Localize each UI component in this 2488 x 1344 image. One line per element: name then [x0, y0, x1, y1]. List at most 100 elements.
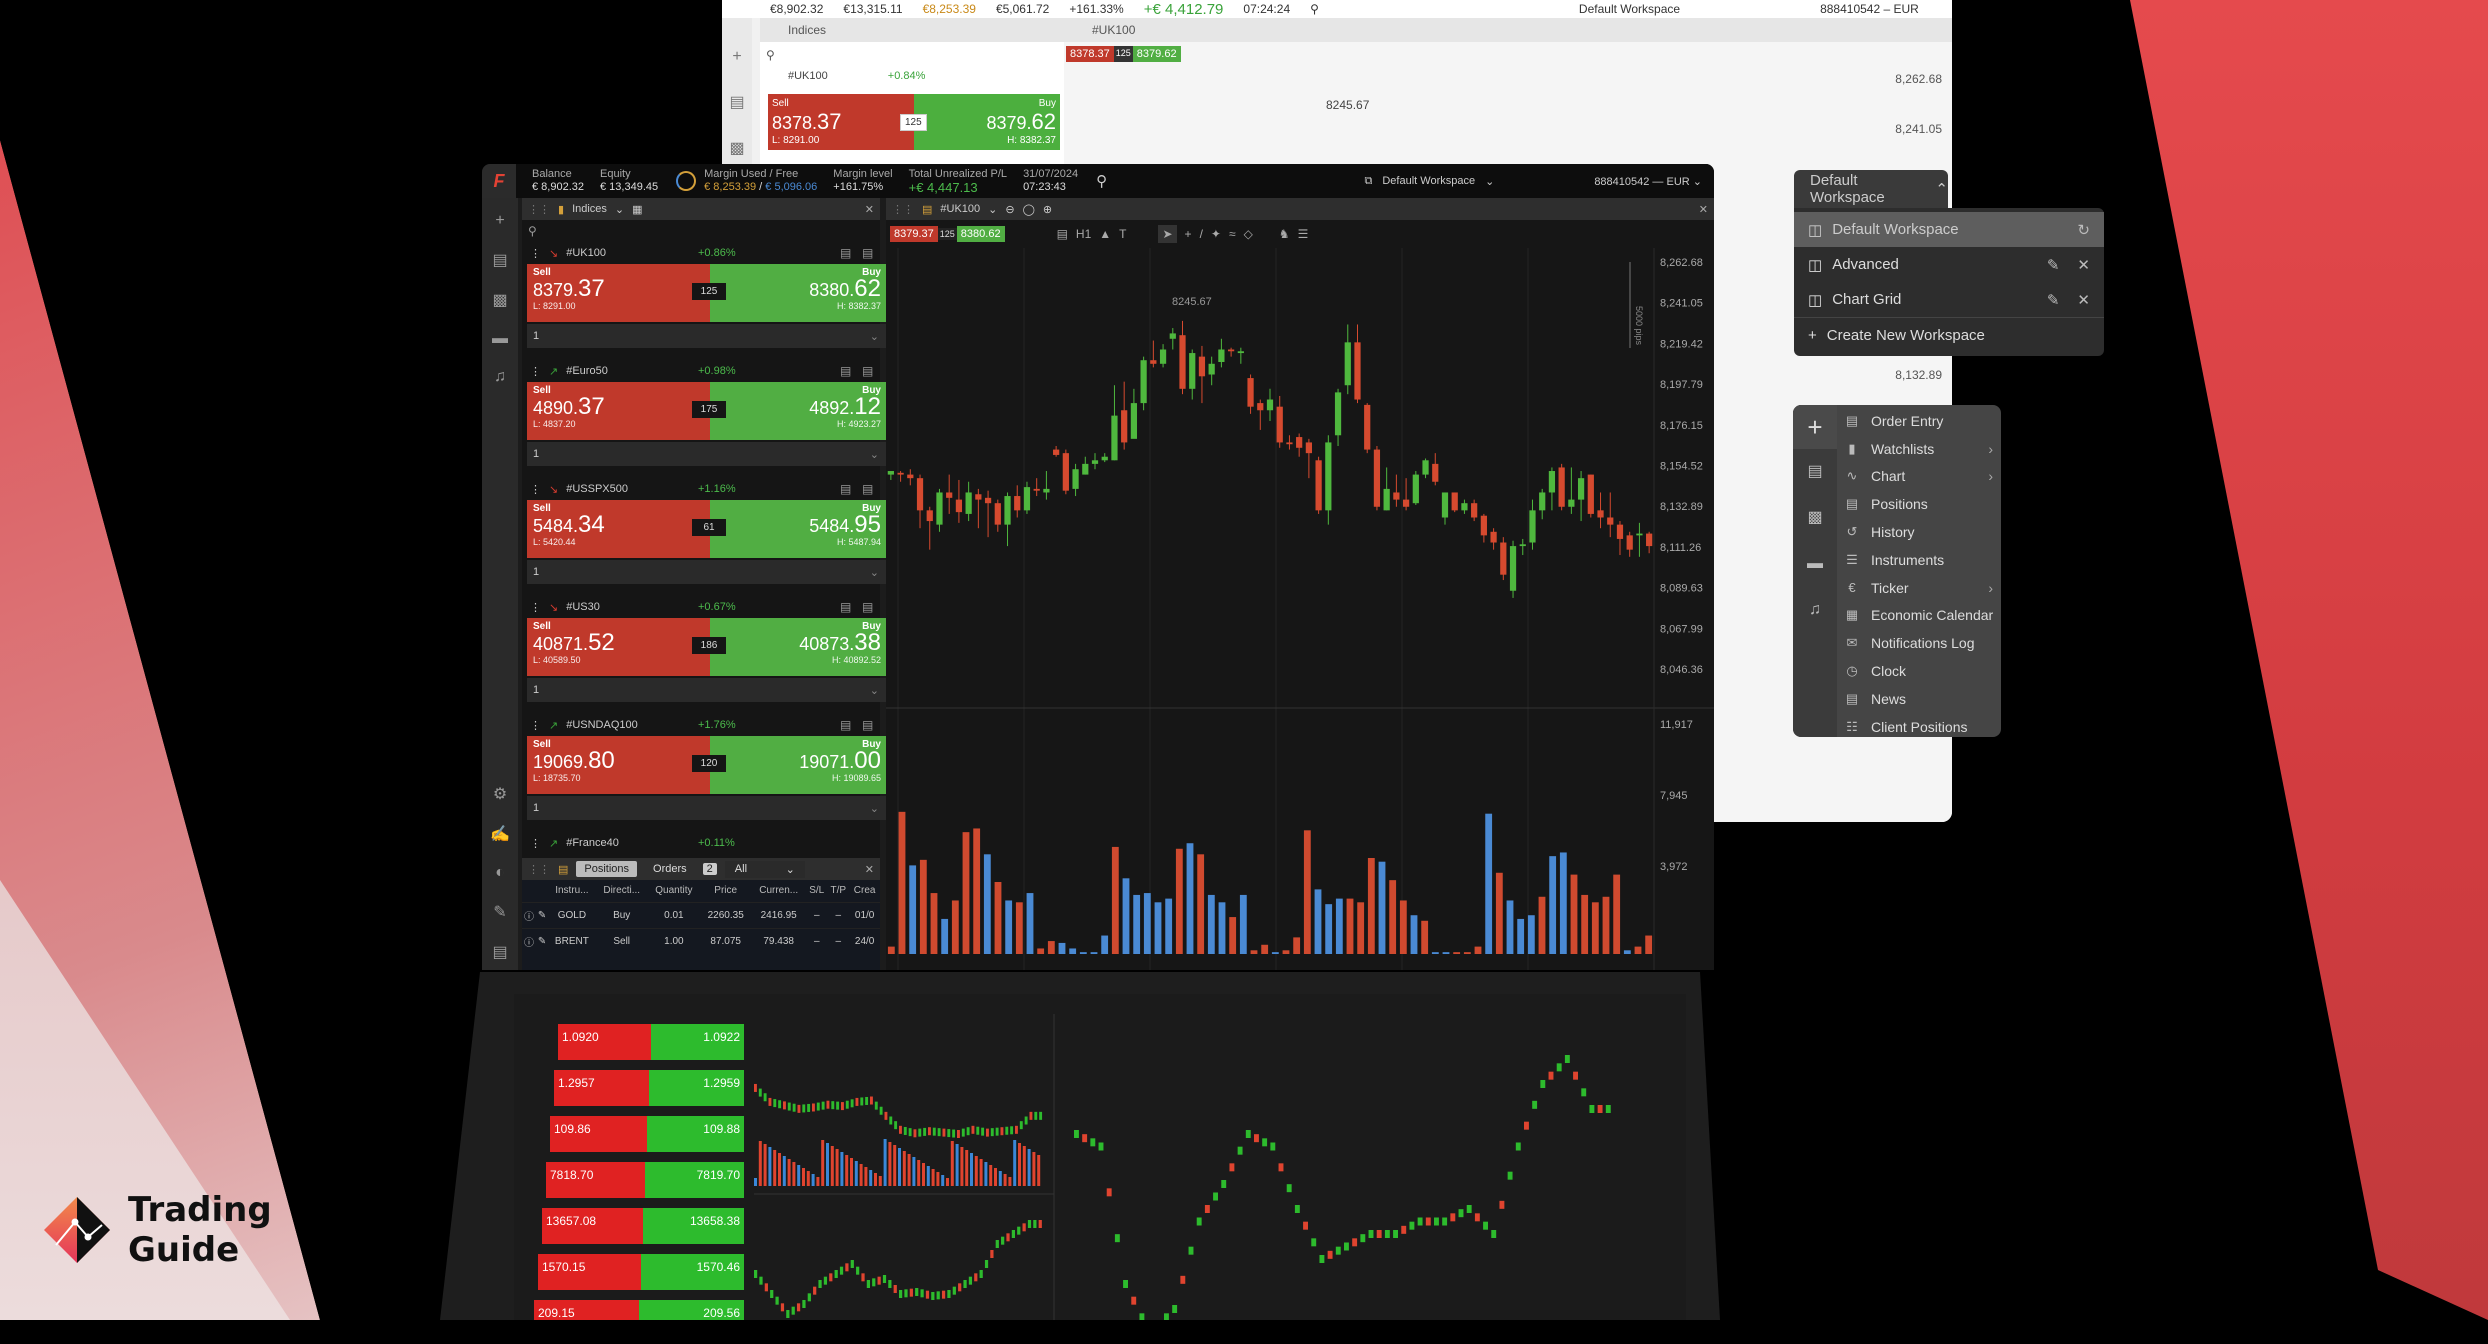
chevron-down-icon[interactable]: ⌄ [870, 684, 879, 697]
add-menu-item[interactable]: ☷Client Positions [1843, 713, 2001, 737]
back-chart-symbol[interactable]: #UK100 [1092, 23, 1135, 37]
order-entry-icon[interactable]: ▤ [1057, 227, 1068, 241]
workspace-dropdown-button[interactable]: Default Workspace ⌃ [1794, 170, 1948, 208]
edit-icon[interactable]: ✎ [536, 928, 548, 954]
edit-icon[interactable]: ✎ [536, 902, 548, 928]
add-menu-item[interactable]: ↺History [1843, 518, 2001, 546]
wave-icon[interactable]: ≈ [1229, 227, 1236, 241]
candlestick-chart[interactable]: 5000 pips8245.678,262.688,241.058,219.42… [886, 248, 1714, 970]
positions-filter[interactable]: All ⌄ [725, 861, 805, 878]
position-row[interactable]: ⓘ✎BRENTSell1.0087.07579.438––24/0 [522, 928, 880, 954]
more-icon[interactable]: ⋮ [530, 483, 541, 496]
mini-buy-button[interactable]: 8380.62 [957, 226, 1005, 242]
tab-orders[interactable]: Orders [645, 861, 695, 877]
watchlist-title[interactable]: Indices [572, 203, 607, 215]
back-account[interactable]: 888410542 – EUR [1820, 2, 1919, 16]
bell-icon[interactable]: ♫ [494, 368, 506, 386]
platform-logo[interactable]: F [482, 164, 516, 198]
fit-icon[interactable]: ◯ [1023, 203, 1035, 216]
close-icon[interactable]: ✕ [2077, 256, 2090, 274]
grid-icon[interactable]: ▦ [632, 203, 642, 216]
back-monitor-icon[interactable]: ▩ [729, 138, 744, 158]
add-menu-item[interactable]: ▦Economic Calendar [1843, 602, 2001, 630]
order-entry-icon[interactable]: ▤ [840, 246, 851, 260]
close-icon[interactable]: ✕ [1699, 203, 1708, 216]
watchlist-item[interactable]: ⋮ ↘ #USSPX500 +1.16% ▤ ▤ Sell 5484.34 L:… [522, 478, 880, 596]
add-menu-item[interactable]: ▮Watchlists› [1843, 435, 2001, 463]
order-entry-icon[interactable]: ▤ [1793, 449, 1837, 495]
more-icon[interactable]: ⋮ [530, 365, 541, 378]
back-order-icon[interactable]: ▤ [729, 92, 744, 112]
back-add-icon[interactable]: + [732, 48, 741, 66]
magnet-icon[interactable]: ✦ [1211, 227, 1221, 241]
quantity-input[interactable]: 1⌄ [527, 678, 887, 702]
cursor-icon[interactable]: ➤ [1158, 225, 1176, 243]
more-icon[interactable]: ⋮ [530, 837, 541, 850]
chat-icon[interactable]: ✎ [493, 902, 506, 922]
watchlist-item[interactable]: ⋮ ↘ #UK100 +0.86% ▤ ▤ Sell 8379.37 L: 82… [522, 242, 880, 360]
edit-icon[interactable]: ✎ [2047, 256, 2060, 274]
refresh-icon[interactable]: ↻ [2077, 221, 2090, 239]
watchlist-item-partial[interactable]: ⋮ ↗ #France40 +0.11% [522, 832, 880, 852]
drag-handle-icon[interactable]: ⋮⋮ [528, 203, 550, 216]
timeframe-button[interactable]: H1 [1076, 227, 1091, 241]
add-chart-icon[interactable]: ▤ [862, 600, 873, 614]
back-mini-quote[interactable]: 8378.37 125 8379.62 [1066, 46, 1181, 62]
buy-button[interactable]: Buy 40873.38 H: 40892.52 [710, 618, 887, 676]
line-icon[interactable]: / [1200, 227, 1203, 241]
workspace-item[interactable]: ◫Advanced✎✕ [1794, 247, 2104, 282]
add-chart-icon[interactable]: ▤ [862, 718, 873, 732]
zoom-out-icon[interactable]: ⊖ [1005, 203, 1014, 216]
add-menu-item[interactable]: ▤Positions [1843, 490, 2001, 518]
info-icon[interactable]: ⓘ [522, 928, 536, 954]
more-icon[interactable]: ⋮ [530, 247, 541, 260]
buy-button[interactable]: Buy 5484.95 H: 5487.94 [710, 500, 887, 558]
order-entry-icon[interactable]: ▤ [840, 718, 851, 732]
back-search-icon[interactable]: ⚲ [1310, 2, 1319, 16]
column-header[interactable]: T/P [827, 880, 849, 902]
column-header[interactable]: Curren... [751, 880, 806, 902]
sell-button[interactable]: Sell 19069.80 L: 18735.70 [527, 736, 710, 794]
card-icon[interactable]: ▬ [1793, 541, 1837, 587]
column-header[interactable]: Price [700, 880, 751, 902]
watchlist-item[interactable]: ⋮ ↗ #USNDAQ100 +1.76% ▤ ▤ Sell 19069.80 … [522, 714, 880, 832]
drag-handle-icon[interactable]: ⋮⋮ [528, 863, 550, 876]
card-icon[interactable]: ▬ [492, 330, 508, 348]
drag-handle-icon[interactable]: ⋮⋮ [892, 203, 914, 216]
monitor-icon[interactable]: ▩ [1793, 495, 1837, 541]
quantity-input[interactable]: 1⌄ [527, 324, 887, 348]
news-icon[interactable]: ▤ [492, 942, 507, 962]
gear-icon[interactable]: ⚙ [493, 784, 507, 804]
workspace-selector[interactable]: ⧉ Default Workspace ⌄ [1365, 175, 1495, 188]
add-menu-item[interactable]: ▤Order Entry [1843, 407, 2001, 435]
close-icon[interactable]: ✕ [2077, 291, 2090, 309]
watchlist-search[interactable]: ⚲ [522, 220, 880, 242]
add-menu-item[interactable]: ▤News [1843, 685, 2001, 713]
more-icon[interactable]: ⋮ [530, 601, 541, 614]
contrast-icon[interactable]: ◐ [495, 864, 505, 882]
column-header[interactable]: Directi... [596, 880, 648, 902]
watchlist-item[interactable]: ⋮ ↘ #US30 +0.67% ▤ ▤ Sell 40871.52 L: 40… [522, 596, 880, 714]
column-header[interactable]: Crea [849, 880, 880, 902]
back-sell-tile[interactable]: Sell 8378.37 L: 8291.00 [768, 94, 914, 150]
chevron-down-icon[interactable]: ⌄ [615, 203, 624, 216]
add-chart-icon[interactable]: ▤ [862, 246, 873, 260]
text-icon[interactable]: T [1119, 227, 1126, 241]
buy-button[interactable]: Buy 8380.62 H: 8382.37 [710, 264, 887, 322]
position-row[interactable]: ⓘ✎GOLDBuy0.012260.352416.95––01/0 [522, 902, 880, 928]
paint-icon[interactable]: ♞ [1279, 227, 1290, 241]
mini-sell-button[interactable]: 8379.37 [890, 226, 938, 242]
chevron-down-icon[interactable]: ⌄ [870, 802, 879, 815]
zoom-in-icon[interactable]: ⊕ [1043, 203, 1052, 216]
back-search-icon-2[interactable]: ⚲ [760, 42, 1080, 68]
add-chart-icon[interactable]: ▤ [862, 482, 873, 496]
workspace-item[interactable]: ◫Chart Grid✎✕ [1794, 282, 2104, 317]
close-icon[interactable]: ✕ [865, 203, 874, 216]
quantity-input[interactable]: 1⌄ [527, 442, 887, 466]
column-header[interactable]: Quantity [648, 880, 701, 902]
back-workspace[interactable]: Default Workspace [1579, 2, 1680, 16]
back-buy-tile[interactable]: Buy 8379.62 H: 8382.37 [914, 94, 1060, 150]
monitor-icon[interactable]: ▩ [492, 290, 507, 310]
close-icon[interactable]: ✕ [865, 863, 874, 876]
back-watchlist-title[interactable]: Indices [788, 23, 826, 37]
